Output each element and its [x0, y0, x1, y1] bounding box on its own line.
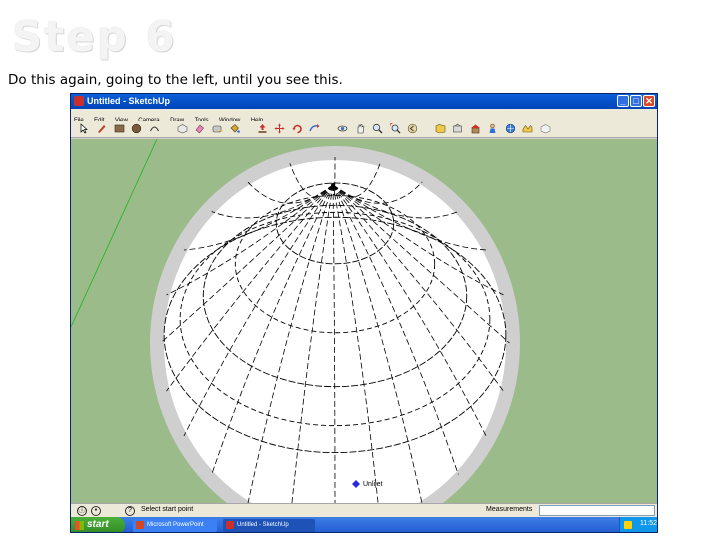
rotate-icon[interactable] [292, 123, 303, 134]
close-button[interactable]: ✕ [643, 95, 655, 107]
powerpoint-icon [136, 521, 144, 529]
move-icon[interactable] [274, 123, 285, 134]
tray-icon[interactable] [624, 521, 632, 529]
help-icon[interactable]: ? [125, 506, 135, 516]
drawing-viewport[interactable]: Unlijet [71, 138, 658, 532]
circle-icon[interactable] [131, 123, 142, 134]
cursor-label: Unlijet [363, 481, 383, 488]
measurements-label: Measurements [486, 506, 533, 513]
maximize-button[interactable]: □ [630, 95, 642, 107]
window-titlebar[interactable]: Untitled - SketchUp _ □ ✕ [71, 94, 657, 109]
system-tray: 11:52 [619, 517, 657, 532]
start-button[interactable]: start [71, 517, 125, 532]
windows-logo-icon [75, 521, 84, 530]
minimize-button[interactable]: _ [617, 95, 629, 107]
make-component-icon[interactable] [177, 123, 188, 134]
taskbar-item-label: Untitled - SketchUp [237, 522, 289, 528]
previous-view-icon[interactable] [407, 123, 418, 134]
slide-title: Step 6 [12, 12, 177, 61]
windows-taskbar: start Microsoft PowerPoint Untitled - Sk… [71, 517, 657, 532]
start-label: start [87, 519, 109, 530]
sketchup-icon [226, 521, 234, 529]
share-model-icon[interactable] [452, 123, 463, 134]
window-title: Untitled - SketchUp [87, 96, 171, 106]
warehouse-icon[interactable] [470, 123, 481, 134]
main-toolbar [71, 121, 657, 138]
menu-bar: File Edit View Camera Draw Tools Window … [71, 109, 657, 124]
taskbar-item-sketchup[interactable]: Untitled - SketchUp [223, 519, 315, 532]
location-icon[interactable]: • [91, 506, 101, 516]
measurements-field[interactable] [539, 505, 655, 516]
eraser-icon[interactable] [194, 123, 205, 134]
section-icon[interactable] [540, 123, 551, 134]
tape-measure-icon[interactable] [212, 123, 223, 134]
pencil-icon[interactable] [96, 123, 107, 134]
green-axis [71, 138, 158, 328]
zoom-icon[interactable] [372, 123, 383, 134]
taskbar-item-label: Microsoft PowerPoint [147, 522, 204, 528]
zoom-extents-icon[interactable] [389, 123, 401, 134]
position-camera-icon[interactable] [487, 123, 498, 134]
sketchup-window: Untitled - SketchUp _ □ ✕ File Edit View… [70, 93, 658, 533]
look-around-icon[interactable] [522, 123, 533, 134]
arc-icon[interactable] [149, 123, 160, 134]
orbit-icon[interactable] [337, 123, 348, 134]
push-pull-icon[interactable] [257, 123, 268, 134]
rectangle-icon[interactable] [114, 123, 125, 134]
pole-point [331, 183, 335, 187]
sphere-model[interactable]: Unlijet [71, 138, 658, 532]
follow-me-icon[interactable] [309, 123, 320, 134]
taskbar-item-powerpoint[interactable]: Microsoft PowerPoint [133, 519, 217, 532]
sketchup-logo-icon [74, 96, 84, 106]
walk-icon[interactable] [505, 123, 516, 134]
clock: 11:52 [640, 520, 657, 527]
get-models-icon[interactable] [435, 123, 446, 134]
select-icon[interactable] [79, 123, 90, 134]
paint-bucket-icon[interactable] [229, 123, 240, 134]
status-bar: ⓘ • ? Select start point Measurements [71, 503, 657, 517]
status-hint: Select start point [141, 506, 194, 513]
slide-caption: Do this again, going to the left, until … [8, 72, 343, 88]
pan-icon[interactable] [355, 123, 366, 134]
info-icon[interactable]: ⓘ [77, 506, 87, 516]
cursor-marker: Unlijet [352, 480, 383, 488]
